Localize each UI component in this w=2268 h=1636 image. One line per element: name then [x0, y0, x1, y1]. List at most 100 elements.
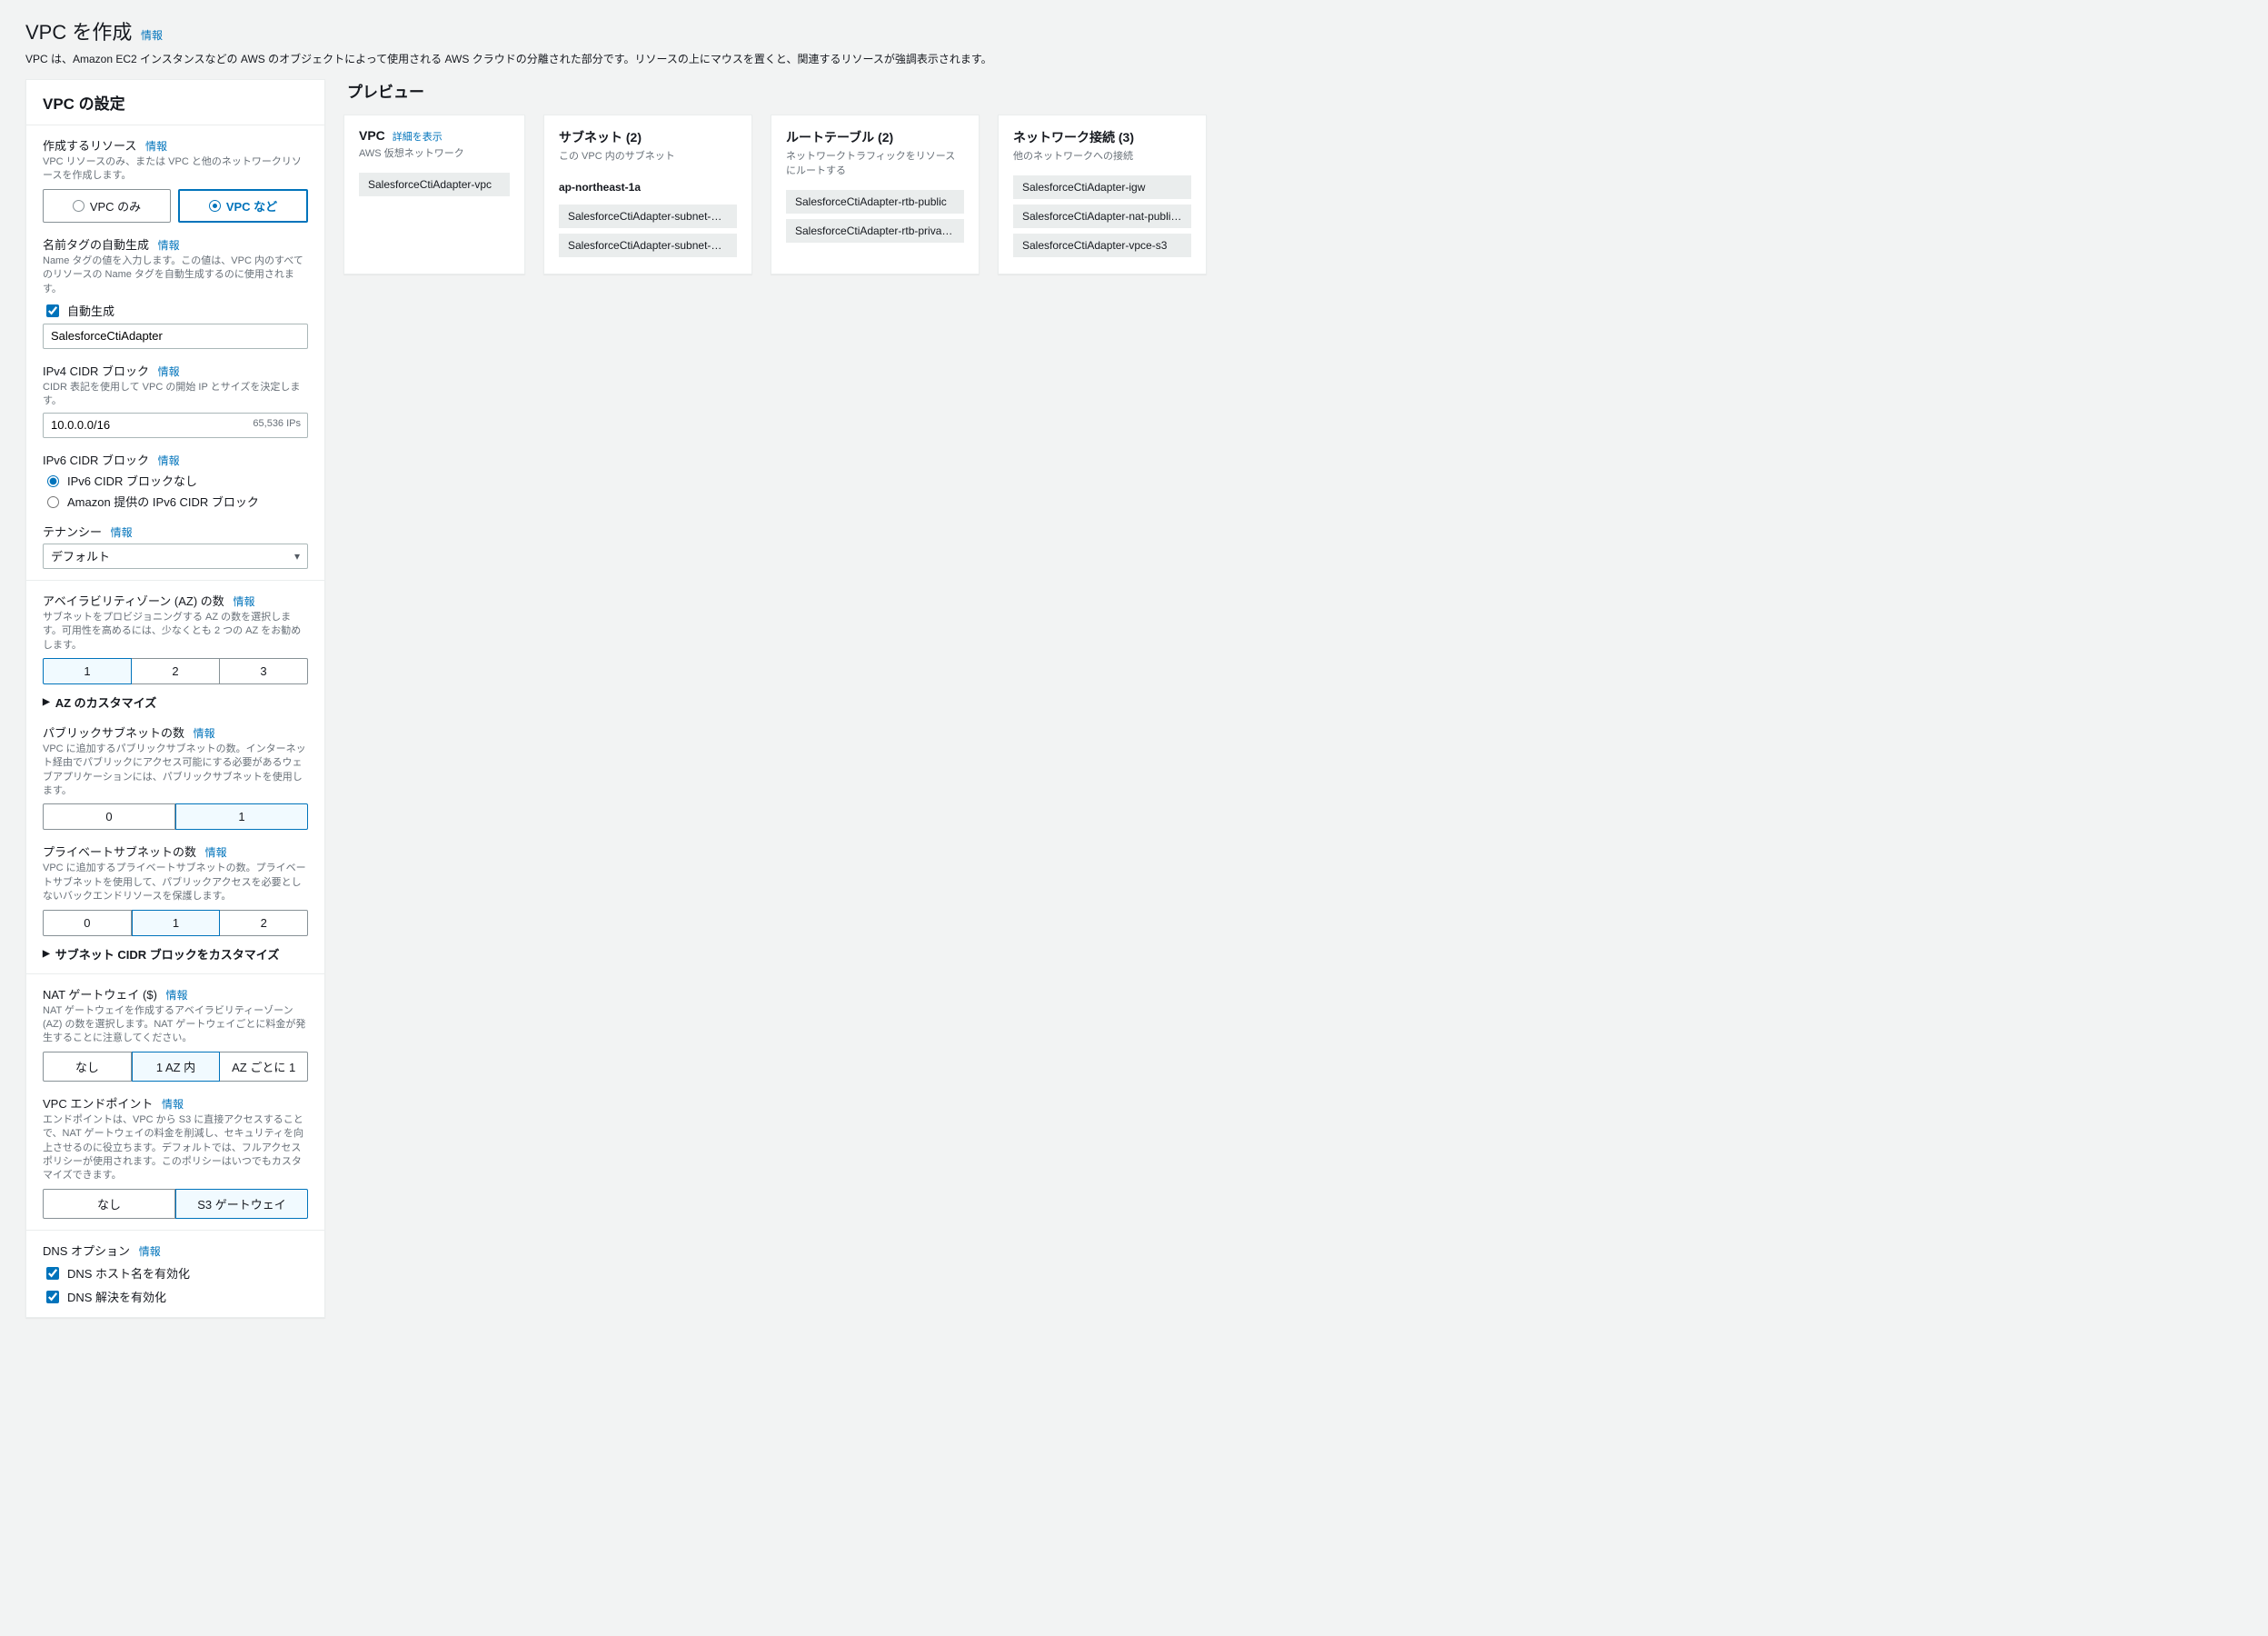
field-vpc-endpoint: VPC エンドポイント 情報 エンドポイントは、VPC から S3 に直接アクセ…: [43, 1094, 308, 1219]
card-sub-rtb: ネットワークトラフィックをリソースにルートする: [786, 148, 964, 177]
opt-vpc-only[interactable]: VPC のみ: [43, 189, 171, 223]
preview-title: プレビュー: [343, 79, 2243, 102]
input-ipv4-cidr[interactable]: [43, 413, 308, 438]
info-ipv4-cidr[interactable]: 情報: [158, 365, 180, 378]
seg-vpce-s3[interactable]: S3 ゲートウェイ: [175, 1189, 308, 1219]
caret-right-icon: ▶: [43, 949, 50, 959]
field-public-subnet-count: パブリックサブネットの数 情報 VPC に追加するパブリックサブネットの数。イン…: [43, 723, 308, 831]
field-name-tag: 名前タグの自動生成 情報 Name タグの値を入力します。この値は、VPC 内の…: [43, 235, 308, 349]
field-ipv6-cidr: IPv6 CIDR ブロック 情報 IPv6 CIDR ブロックなし Amazo…: [43, 451, 308, 510]
info-ipv6-cidr[interactable]: 情報: [158, 454, 180, 467]
field-az-count: アベイラビリティゾーン (AZ) の数 情報 サブネットをプロビジョニングする …: [43, 592, 308, 711]
info-tenancy[interactable]: 情報: [111, 526, 133, 539]
seg-priv-0[interactable]: 0: [43, 910, 132, 936]
card-sub-connections: 他のネットワークへの接続: [1013, 148, 1191, 163]
card-title-subnets: サブネット (2): [559, 128, 642, 146]
info-vpce[interactable]: 情報: [162, 1098, 184, 1111]
node-nat[interactable]: SalesforceCtiAdapter-nat-public1-ap-: [1013, 204, 1191, 228]
label-dns: DNS オプション: [43, 1242, 130, 1259]
info-public-subnet[interactable]: 情報: [194, 727, 215, 740]
seg-az-3[interactable]: 3: [220, 658, 308, 684]
seg-vpce-none[interactable]: なし: [43, 1189, 175, 1219]
page-description: VPC は、Amazon EC2 インスタンスなどの AWS のオブジェクトによ…: [25, 51, 2243, 66]
preview-card-connections: ネットワーク接続 (3) 他のネットワークへの接続 SalesforceCtiA…: [998, 115, 1207, 274]
preview-card-rtb: ルートテーブル (2) ネットワークトラフィックをリソースにルートする Sale…: [771, 115, 980, 274]
checkbox-auto-generate-label: 自動生成: [67, 302, 114, 319]
hint-create-resource: VPC リソースのみ、または VPC と他のネットワークリソースを作成します。: [43, 155, 308, 184]
card-action-vpc-details[interactable]: 詳細を表示: [393, 129, 443, 144]
node-igw[interactable]: SalesforceCtiAdapter-igw: [1013, 175, 1191, 199]
radio-ipv6-none-label: IPv6 CIDR ブロックなし: [67, 472, 197, 489]
card-title-rtb: ルートテーブル (2): [786, 128, 893, 146]
label-tenancy: テナンシー: [43, 523, 102, 540]
hint-public-subnet: VPC に追加するパブリックサブネットの数。インターネット経由でパブリックにアク…: [43, 743, 308, 799]
card-title-connections: ネットワーク接続 (3): [1013, 128, 1134, 146]
settings-title: VPC の設定: [26, 80, 324, 125]
hint-private-subnet: VPC に追加するプライベートサブネットの数。プライベートサブネットを使用して、…: [43, 862, 308, 903]
hint-ipv4-cidr: CIDR 表記を使用して VPC の開始 IP とサイズを決定します。: [43, 381, 308, 409]
info-nat[interactable]: 情報: [166, 989, 188, 1002]
preview-card-subnets: サブネット (2) この VPC 内のサブネット ap-northeast-1a…: [543, 115, 752, 274]
label-ipv4-cidr: IPv4 CIDR ブロック: [43, 362, 149, 379]
hint-az-count: サブネットをプロビジョニングする AZ の数を選択します。可用性を高めるには、少…: [43, 611, 308, 653]
page-title: VPC を作成: [25, 16, 132, 45]
field-nat-gateway: NAT ゲートウェイ ($) 情報 NAT ゲートウェイを作成するアベイラビリテ…: [43, 985, 308, 1082]
checkbox-dns-resolution-label: DNS 解決を有効化: [67, 1288, 166, 1305]
checkbox-dns-hostnames[interactable]: [46, 1267, 59, 1280]
radio-ipv6-none[interactable]: [47, 475, 59, 487]
seg-pub-0[interactable]: 0: [43, 803, 175, 830]
hint-vpce: エンドポイントは、VPC から S3 に直接アクセスすることで、NAT ゲートウ…: [43, 1113, 308, 1183]
seg-priv-2[interactable]: 2: [220, 910, 308, 936]
label-az-count: アベイラビリティゾーン (AZ) の数: [43, 592, 224, 609]
checkbox-auto-generate[interactable]: [46, 304, 59, 317]
label-nat: NAT ゲートウェイ ($): [43, 985, 157, 1003]
field-tenancy: テナンシー 情報 デフォルト: [43, 523, 308, 569]
checkbox-dns-resolution[interactable]: [46, 1291, 59, 1303]
info-az-count[interactable]: 情報: [233, 595, 254, 608]
info-create-resource[interactable]: 情報: [145, 140, 167, 153]
label-create-resource: 作成するリソース: [43, 136, 136, 154]
vpc-settings-panel: VPC の設定 作成するリソース 情報 VPC リソースのみ、または VPC と…: [25, 79, 325, 1318]
preview-card-vpc: VPC 詳細を表示 AWS 仮想ネットワーク SalesforceCtiAdap…: [343, 115, 525, 274]
info-dns[interactable]: 情報: [139, 1245, 161, 1258]
node-subnet-public[interactable]: SalesforceCtiAdapter-subnet-public1-: [559, 204, 737, 228]
node-rtb-public[interactable]: SalesforceCtiAdapter-rtb-public: [786, 190, 964, 214]
node-subnet-private[interactable]: SalesforceCtiAdapter-subnet-private1-: [559, 234, 737, 257]
field-ipv4-cidr: IPv4 CIDR ブロック 情報 CIDR 表記を使用して VPC の開始 I…: [43, 362, 308, 438]
caret-right-icon: ▶: [43, 697, 50, 707]
node-az-label: ap-northeast-1a: [559, 175, 737, 199]
field-dns-options: DNS オプション 情報 DNS ホスト名を有効化 DNS 解決を有効化: [43, 1242, 308, 1306]
hint-name-tag: Name タグの値を入力します。この値は、VPC 内のすべてのリソースの Nam…: [43, 254, 308, 296]
expander-subnet-cidr[interactable]: ▶ サブネット CIDR ブロックをカスタマイズ: [43, 945, 308, 963]
info-private-subnet[interactable]: 情報: [205, 846, 227, 859]
hint-nat: NAT ゲートウェイを作成するアベイラビリティーゾーン (AZ) の数を選択しま…: [43, 1004, 308, 1046]
node-vpc[interactable]: SalesforceCtiAdapter-vpc: [359, 173, 510, 196]
field-private-subnet-count: プライベートサブネットの数 情報 VPC に追加するプライベートサブネットの数。…: [43, 843, 308, 962]
title-info-link[interactable]: 情報: [141, 29, 163, 42]
label-vpce: VPC エンドポイント: [43, 1094, 153, 1112]
opt-vpc-and-more[interactable]: VPC など: [178, 189, 308, 223]
seg-nat-1az[interactable]: 1 AZ 内: [132, 1052, 221, 1082]
input-name-tag[interactable]: [43, 324, 308, 349]
field-create-resource: 作成するリソース 情報 VPC リソースのみ、または VPC と他のネットワーク…: [43, 136, 308, 223]
label-ipv6-cidr: IPv6 CIDR ブロック: [43, 451, 149, 468]
node-rtb-private[interactable]: SalesforceCtiAdapter-rtb-private1-ap-: [786, 219, 964, 243]
radio-ipv6-amazon-label: Amazon 提供の IPv6 CIDR ブロック: [67, 493, 259, 510]
info-name-tag[interactable]: 情報: [158, 239, 180, 252]
seg-nat-none[interactable]: なし: [43, 1052, 132, 1082]
node-vpce-s3[interactable]: SalesforceCtiAdapter-vpce-s3: [1013, 234, 1191, 257]
seg-az-1[interactable]: 1: [43, 658, 132, 684]
radio-ipv6-amazon[interactable]: [47, 496, 59, 508]
label-public-subnet: パブリックサブネットの数: [43, 723, 184, 741]
checkbox-dns-hostnames-label: DNS ホスト名を有効化: [67, 1264, 190, 1282]
select-tenancy[interactable]: デフォルト: [43, 544, 308, 569]
label-private-subnet: プライベートサブネットの数: [43, 843, 196, 860]
card-sub-subnets: この VPC 内のサブネット: [559, 148, 737, 163]
seg-pub-1[interactable]: 1: [175, 803, 308, 830]
seg-priv-1[interactable]: 1: [132, 910, 221, 936]
seg-nat-peraz[interactable]: AZ ごとに 1: [220, 1052, 308, 1082]
radio-indicator-icon: [209, 200, 221, 212]
expander-az-customize[interactable]: ▶ AZ のカスタマイズ: [43, 693, 308, 711]
radio-indicator-icon: [73, 200, 85, 212]
seg-az-2[interactable]: 2: [132, 658, 220, 684]
